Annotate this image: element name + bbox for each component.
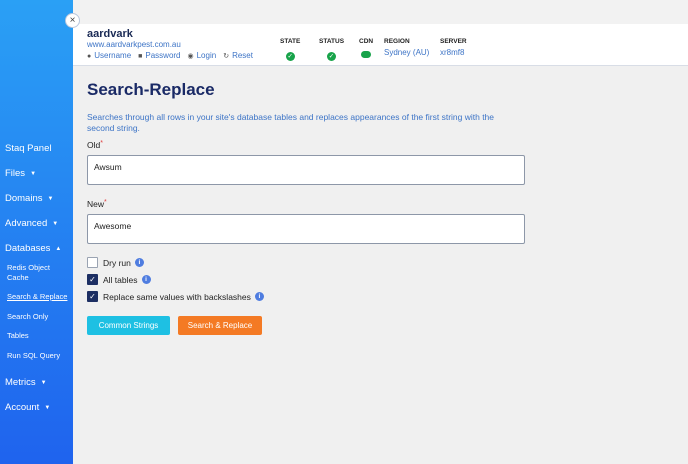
sidebar-item-metrics[interactable]: Metrics ▼ (0, 370, 73, 395)
info-icon[interactable]: i (254, 292, 264, 301)
server-column: SERVER xr8mf8 (440, 38, 467, 57)
all-tables-option[interactable]: ✓ All tables i (87, 271, 264, 288)
sidebar-item-label: Databases (5, 243, 51, 254)
backslashes-option[interactable]: ✓ Replace same values with backslashes i (87, 288, 264, 305)
username-link[interactable]: ● Username (87, 51, 131, 60)
dry-run-checkbox[interactable] (87, 257, 98, 268)
old-label: Old* (87, 140, 103, 150)
server-value: xr8mf8 (440, 48, 465, 57)
sidebar-item-label: Files (5, 168, 26, 179)
new-input[interactable]: Awesome (87, 214, 525, 244)
reset-icon: ↻ (223, 53, 230, 60)
new-label: New* (87, 199, 107, 209)
caret-down-icon: ▼ (47, 195, 54, 202)
lock-icon: ■ (138, 53, 143, 60)
caret-down-icon: ▼ (40, 379, 47, 386)
state-label: STATE (280, 38, 301, 45)
page-title: Search-Replace (87, 80, 215, 99)
sidebar: Staq Panel Files ▼ Domains ▼ Advanced ▼ Dat… (0, 0, 73, 464)
sidebar-item-staq-panel[interactable]: Staq Panel (0, 136, 73, 161)
site-links: ● Username ■ Password ◉ Login ↻ Reset (87, 51, 253, 60)
user-icon: ● (87, 53, 92, 60)
region-value: Sydney (AU) (384, 48, 430, 57)
sidebar-item-label: Staq Panel (5, 143, 52, 154)
sidebar-subitem-run-sql-query[interactable]: Run SQL Query (0, 351, 73, 361)
site-header: aardvark www.aardvarkpest.com.au ● Userna… (73, 24, 688, 66)
login-link[interactable]: ◉ Login (188, 51, 217, 60)
sidebar-item-label: Metrics (5, 377, 36, 388)
sidebar-subitem-tables[interactable]: Tables (0, 331, 73, 341)
sidebar-item-account[interactable]: Account ▼ (0, 395, 73, 420)
state-column: STATE ✓ (280, 38, 300, 63)
dry-run-label: Dry run (103, 257, 131, 268)
status-label: STATUS (319, 38, 345, 45)
sidebar-item-files[interactable]: Files ▼ (0, 161, 73, 186)
top-strip (73, 0, 688, 24)
region-column: REGION Sydney (AU) (384, 38, 429, 57)
check-circle-icon: ✓ (285, 52, 295, 61)
server-label: SERVER (440, 38, 467, 45)
caret-down-icon: ▼ (44, 404, 51, 411)
caret-down-icon: ▼ (30, 170, 37, 177)
sidebar-item-label: Advanced (5, 218, 48, 229)
cdn-column: CDN (359, 38, 373, 63)
caret-up-icon: ▲ (55, 245, 62, 252)
info-icon[interactable]: i (134, 258, 144, 267)
sidebar-item-advanced[interactable]: Advanced ▼ (0, 211, 73, 236)
all-tables-label: All tables (103, 274, 138, 285)
status-column: STATUS ✓ (319, 38, 344, 63)
sidebar-subitem-search-replace[interactable]: Search & Replace (0, 292, 73, 302)
site-name: aardvark (87, 28, 133, 40)
reset-link[interactable]: ↻ Reset (223, 51, 253, 60)
sidebar-item-databases[interactable]: Databases ▲ (0, 236, 73, 261)
search-replace-button[interactable]: Search & Replace (178, 316, 262, 335)
required-mark: * (104, 199, 107, 206)
sidebar-item-label: Account (5, 402, 40, 413)
main-content: Search-Replace Searches through all rows… (87, 80, 527, 335)
options-group: Dry run i ✓ All tables i ✓ Replace same … (87, 254, 264, 305)
close-sidebar-button[interactable]: × (65, 13, 80, 28)
common-strings-button[interactable]: Common Strings (87, 316, 170, 335)
cloud-icon (361, 51, 372, 58)
required-mark: * (100, 140, 103, 147)
site-url-link[interactable]: www.aardvarkpest.com.au (87, 40, 181, 49)
check-circle-icon: ✓ (327, 52, 337, 61)
sidebar-nav: Staq Panel Files ▼ Domains ▼ Advanced ▼ Dat… (0, 136, 73, 420)
sidebar-item-domains[interactable]: Domains ▼ (0, 186, 73, 211)
sidebar-subitem-search-only[interactable]: Search Only (0, 312, 73, 322)
wordpress-icon: ◉ (187, 53, 194, 60)
sidebar-subitem-redis-object-cache[interactable]: Redis Object Cache (0, 263, 60, 282)
dry-run-option[interactable]: Dry run i (87, 254, 264, 271)
sidebar-item-label: Domains (5, 193, 43, 204)
caret-down-icon: ▼ (52, 220, 59, 227)
old-input[interactable]: Awsum (87, 155, 525, 185)
password-link[interactable]: ■ Password (138, 51, 180, 60)
backslashes-label: Replace same values with backslashes (103, 291, 251, 302)
all-tables-checkbox[interactable]: ✓ (87, 274, 98, 285)
old-field-group: Old* (87, 140, 103, 150)
cdn-label: CDN (359, 38, 374, 45)
page-description: Searches through all rows in your site's… (87, 112, 495, 133)
backslashes-checkbox[interactable]: ✓ (87, 291, 98, 302)
info-icon[interactable]: i (141, 275, 151, 284)
new-field-group: New* (87, 199, 107, 209)
region-label: REGION (384, 38, 410, 45)
